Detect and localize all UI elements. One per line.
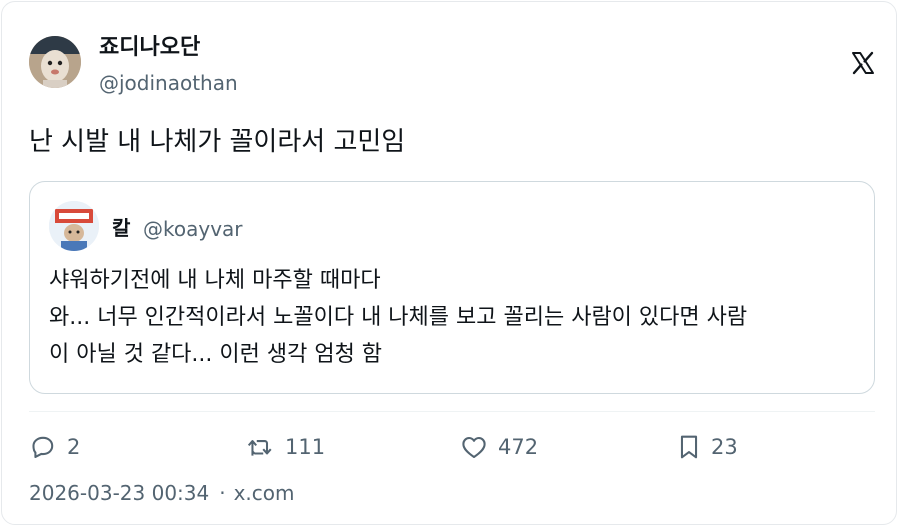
quoted-text: 샤워하기전에 내 나체 마주할 때마다 와... 너무 인간적이라서 노꼴이다 … (49, 262, 864, 373)
retweet-count: 111 (285, 435, 326, 459)
quoted-avatar-image (49, 201, 99, 251)
author-avatar[interactable] (29, 36, 81, 88)
quoted-text-line: 와... 너무 인간적이라서 노꼴이다 내 나체를 보고 꼴리는 사람이 있다면… (49, 305, 748, 330)
like-button[interactable]: 472 (461, 432, 538, 462)
source-link[interactable]: x.com (234, 481, 295, 505)
meta-separator: · (219, 481, 226, 505)
reply-icon (30, 434, 56, 460)
like-count: 472 (498, 435, 539, 459)
tweet-text: 난 시발 내 나체가 꼴이라서 고민임 (29, 127, 406, 157)
tweet-meta: 2026-03-23 00:34 · x.com (29, 480, 295, 506)
timestamp[interactable]: 2026-03-23 00:34 (29, 481, 209, 505)
retweet-icon (246, 434, 274, 460)
bookmark-button[interactable]: 23 (678, 432, 738, 462)
retweet-button[interactable]: 111 (246, 432, 325, 462)
avatar-image (29, 36, 81, 88)
quoted-tweet[interactable]: 칼 @koayvar 샤워하기전에 내 나체 마주할 때마다 와... 너무 인… (29, 181, 875, 394)
x-logo-icon[interactable] (851, 51, 875, 75)
divider (29, 411, 875, 412)
heart-icon (461, 435, 487, 459)
reply-count: 2 (67, 435, 81, 459)
quoted-author-avatar[interactable] (49, 201, 99, 251)
bookmark-icon (678, 434, 700, 460)
author-display-name[interactable]: 죠디나오단 (99, 34, 200, 62)
quoted-display-name[interactable]: 칼 (112, 215, 130, 241)
reply-button[interactable]: 2 (30, 432, 80, 462)
author-handle[interactable]: @jodinaothan (99, 70, 238, 96)
tweet-card: 죠디나오단 @jodinaothan 난 시발 내 나체가 꼴이라서 고민임 칼… (1, 1, 897, 525)
quoted-handle[interactable]: @koayvar (143, 216, 243, 242)
bookmark-count: 23 (711, 435, 738, 459)
quoted-text-line: 샤워하기전에 내 나체 마주할 때마다 (49, 268, 381, 293)
quoted-text-line: 이 아닐 것 같다... 이런 생각 엄청 함 (49, 342, 383, 367)
